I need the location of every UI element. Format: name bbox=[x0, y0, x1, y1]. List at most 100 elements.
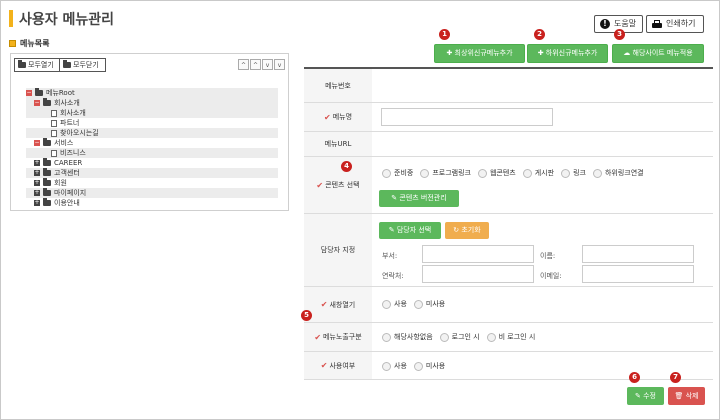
move-down-button[interactable]: v bbox=[262, 59, 273, 70]
folder-open-icon bbox=[18, 60, 26, 68]
use-status-label: ✔ 사용여부 bbox=[304, 352, 372, 379]
content-option[interactable]: 게시판 bbox=[522, 168, 554, 178]
content-row: ✔ 콘텐츠 선택 준비중 프로그램링크 웹콘텐츠 게시판 링크 하위링크연결 ✎ … bbox=[304, 157, 713, 214]
radio-icon bbox=[382, 361, 391, 371]
required-check-icon: ✔ bbox=[314, 332, 322, 342]
tree-node-label: 이용안내 bbox=[54, 199, 80, 207]
edit-button[interactable]: ✎ 수정 bbox=[627, 387, 664, 405]
name-label: 이름: bbox=[540, 252, 556, 260]
expand-all-button[interactable]: 모두열기 bbox=[14, 58, 60, 72]
tree-node-label: 파트너 bbox=[60, 119, 80, 127]
use-status-option[interactable]: 사용 bbox=[382, 361, 407, 371]
square-bullet-icon bbox=[9, 40, 16, 47]
radio-icon bbox=[382, 332, 391, 342]
tree-node[interactable]: − 메뉴Root bbox=[26, 88, 278, 98]
use-status-options: 사용 미사용 bbox=[382, 361, 452, 371]
required-check-icon: ✔ bbox=[320, 300, 328, 309]
content-option[interactable]: 링크 bbox=[561, 168, 586, 178]
required-check-icon: ✔ bbox=[323, 112, 331, 122]
tree-node-label: 찾아오시는길 bbox=[60, 129, 99, 137]
printer-icon bbox=[652, 19, 662, 29]
tree-node[interactable]: + 이용안내 bbox=[26, 198, 278, 208]
add-top-menu-button[interactable]: ✚ 최상위신규메뉴추가 bbox=[434, 44, 525, 63]
new-window-option[interactable]: 미사용 bbox=[413, 299, 445, 309]
manager-reset-button[interactable]: ↻ 초기화 bbox=[445, 222, 489, 239]
email-input[interactable] bbox=[582, 265, 694, 283]
marker-2: 2 bbox=[534, 29, 545, 40]
folder-icon bbox=[43, 178, 51, 186]
marker-7: 7 bbox=[670, 372, 681, 383]
radio-icon bbox=[413, 361, 423, 371]
tree-node[interactable]: 비즈니스 bbox=[26, 148, 278, 158]
tree-move-controls: ^ ^ v v bbox=[237, 59, 285, 70]
menu-tree-panel: 모두열기 모두닫기 ^ ^ v v − 메뉴Root − 회사소개 회사소개파트너찾아오… bbox=[10, 53, 289, 211]
folder-icon bbox=[43, 158, 51, 166]
tree-node[interactable]: + CAREER bbox=[26, 158, 278, 168]
tree-node[interactable]: 찾아오시는길 bbox=[26, 128, 278, 138]
use-status-row: ✔ 사용여부 사용 미사용 bbox=[304, 352, 713, 380]
manager-select-button[interactable]: ✎ 담당자 선택 bbox=[379, 222, 441, 239]
radio-icon bbox=[486, 332, 496, 342]
name-input[interactable] bbox=[582, 245, 694, 263]
tree-node[interactable]: 파트너 bbox=[26, 118, 278, 128]
folder-icon bbox=[35, 88, 43, 96]
menu-name-label: ✔ 메뉴명 bbox=[304, 103, 372, 131]
new-window-label: ✔ 새창열기 bbox=[304, 287, 372, 322]
use-status-option[interactable]: 미사용 bbox=[413, 361, 445, 371]
move-up-button[interactable]: ^ bbox=[250, 59, 261, 70]
collapse-node-icon[interactable]: − bbox=[26, 90, 32, 96]
document-icon bbox=[51, 149, 57, 157]
radio-icon bbox=[382, 168, 391, 178]
contact-input[interactable] bbox=[422, 265, 534, 283]
expand-node-icon[interactable]: + bbox=[34, 180, 40, 186]
collapse-all-button[interactable]: 모두닫기 bbox=[59, 58, 106, 72]
tree-node-label: CAREER bbox=[54, 159, 83, 167]
tree-node-label: 회사소개 bbox=[60, 109, 86, 117]
move-bottom-button[interactable]: v bbox=[274, 59, 285, 70]
tree-node[interactable]: 회사소개 bbox=[26, 108, 278, 118]
menu-tree: − 메뉴Root − 회사소개 회사소개파트너찾아오시는길 − 서비스 비즈니스 + CAREER… bbox=[26, 88, 278, 208]
content-option[interactable]: 준비중 bbox=[382, 168, 413, 178]
expand-node-icon[interactable]: + bbox=[34, 160, 40, 166]
collapse-node-icon[interactable]: − bbox=[34, 100, 40, 106]
folder-icon bbox=[43, 188, 51, 196]
radio-icon bbox=[413, 299, 423, 309]
tree-node[interactable]: + 회원 bbox=[26, 178, 278, 188]
new-window-option[interactable]: 사용 bbox=[382, 299, 407, 309]
tree-node[interactable]: + 고객센터 bbox=[26, 168, 278, 178]
menu-expose-option[interactable]: 로그인 시 bbox=[439, 332, 480, 342]
marker-4: 4 bbox=[341, 161, 352, 172]
dept-input[interactable] bbox=[422, 245, 534, 263]
content-version-button[interactable]: ✎ 콘텐츠 버전관리 bbox=[379, 190, 459, 207]
tree-node[interactable]: − 서비스 bbox=[26, 138, 278, 148]
menu-name-row: ✔ 메뉴명 bbox=[304, 103, 713, 132]
expand-node-icon[interactable]: + bbox=[34, 200, 40, 206]
new-window-row: ✔ 새창열기 사용 미사용 bbox=[304, 287, 713, 323]
menu-expose-option[interactable]: 비 로그인 시 bbox=[486, 332, 535, 342]
menu-expose-option[interactable]: 해당사항없음 bbox=[382, 332, 433, 342]
content-option[interactable]: 프로그램링크 bbox=[420, 168, 471, 178]
marker-6: 6 bbox=[629, 372, 640, 383]
email-label: 이메일: bbox=[540, 272, 562, 280]
collapse-node-icon[interactable]: − bbox=[34, 140, 40, 146]
radio-icon bbox=[522, 168, 532, 178]
dept-label: 부서: bbox=[382, 252, 398, 260]
tree-node[interactable]: − 회사소개 bbox=[26, 98, 278, 108]
content-options: 준비중 프로그램링크 웹콘텐츠 게시판 링크 하위링크연결 bbox=[382, 168, 651, 178]
tree-node[interactable]: + 마이페이지 bbox=[26, 188, 278, 198]
delete-button[interactable]: 🗑 삭제 bbox=[668, 387, 705, 405]
apply-site-menu-button[interactable]: ☁ 해당사이트 메뉴적용 bbox=[612, 44, 704, 63]
content-option[interactable]: 하위링크연결 bbox=[592, 168, 644, 178]
move-top-button[interactable]: ^ bbox=[238, 59, 249, 70]
menu-url-label: 메뉴URL bbox=[304, 132, 372, 156]
tree-node-label: 서비스 bbox=[54, 139, 74, 147]
add-sub-menu-button[interactable]: ✚ 하위신규메뉴추가 bbox=[527, 44, 608, 63]
expand-node-icon[interactable]: + bbox=[34, 170, 40, 176]
expand-all-label: 모두열기 bbox=[28, 61, 54, 69]
folder-icon bbox=[43, 168, 51, 176]
expand-node-icon[interactable]: + bbox=[34, 190, 40, 196]
content-option[interactable]: 웹콘텐츠 bbox=[477, 168, 516, 178]
menu-name-input[interactable] bbox=[381, 108, 553, 126]
print-button[interactable]: 인쇄하기 bbox=[646, 15, 704, 33]
document-icon bbox=[51, 129, 57, 137]
